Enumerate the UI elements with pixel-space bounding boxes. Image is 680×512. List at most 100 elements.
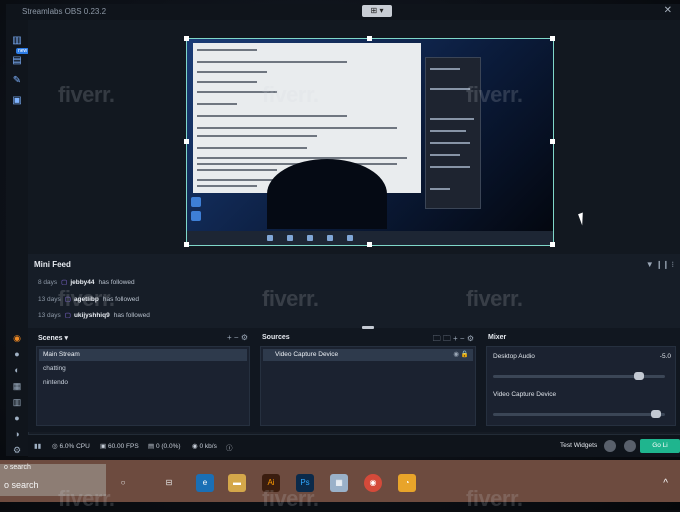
stats-icon[interactable]: ▥ — [11, 396, 23, 408]
captured-settings-window — [425, 57, 481, 209]
source-label: Video Capture Device — [275, 351, 339, 358]
photoshop-icon[interactable]: Ps — [296, 474, 314, 492]
feed-days: 13 days — [38, 312, 61, 319]
resize-handle[interactable] — [184, 36, 189, 41]
twitch-icon: ▢ — [61, 279, 68, 286]
feed-days: 13 days — [38, 296, 61, 303]
scenes-dock: Scenes ▾ + − ⚙ Main Stream chatting nint… — [32, 332, 254, 430]
mini-feed-panel: Mini Feed ▼ ❙❙ ⁝ 8 days ▢ jebby44 has follo… — [28, 254, 680, 328]
video-capture-canvas[interactable] — [186, 38, 554, 246]
resize-handle[interactable] — [184, 139, 189, 144]
dashboard-icon[interactable]: ▥ — [10, 34, 24, 48]
task-view-icon[interactable]: ⊟ — [160, 474, 178, 492]
resize-handle[interactable] — [367, 242, 372, 247]
resize-handle[interactable] — [550, 139, 555, 144]
search-circle-icon[interactable]: ○ — [114, 474, 132, 492]
layout-toggle-button[interactable]: ⊞ ▾ — [362, 5, 392, 17]
slider-knob[interactable] — [651, 410, 662, 418]
mini-feed-title: Mini Feed — [34, 260, 71, 269]
window-title: Streamlabs OBS 0.23.2 — [22, 7, 107, 16]
studio-mode-icon[interactable]: ◐ — [11, 364, 23, 376]
go-live-button[interactable]: Go Li — [640, 439, 680, 453]
feed-action: has followed — [113, 312, 150, 319]
status-bar: ▮▮ ◎ 6.0% CPU ▣ 60.00 FPS ▤ 0 (0.0%) ◉ 0… — [28, 434, 680, 457]
capture-audio-slider[interactable] — [493, 410, 665, 418]
record-button[interactable] — [604, 440, 616, 452]
chrome-icon[interactable]: ◉ — [364, 474, 382, 492]
record-icon[interactable]: ◉ — [11, 332, 23, 344]
info-icon[interactable]: ● — [11, 412, 23, 424]
resize-handle[interactable] — [367, 36, 372, 41]
scenes-controls[interactable]: + − ⚙ — [227, 333, 248, 342]
slider-knob[interactable] — [634, 372, 645, 380]
mixer-dock: Mixer Desktop Audio -5.0 Video Capture D… — [482, 332, 680, 430]
wallpaper-figure — [267, 159, 387, 229]
sources-list: Video Capture Device ◉ 🔒 — [260, 346, 476, 426]
sources-dock: Sources 🗀 🗀 + − ⚙ Video Capture Device ◉… — [256, 332, 480, 430]
editor-icon[interactable]: ✎ — [10, 74, 24, 88]
feed-days: 8 days — [38, 279, 58, 286]
sources-controls[interactable]: 🗀 🗀 + − ⚙ — [433, 333, 474, 347]
edge-icon[interactable]: e — [196, 474, 214, 492]
sources-title: Sources — [262, 334, 290, 341]
feed-item: 8 days ▢ jebby44 has followed — [38, 278, 135, 286]
streamlabs-window: Streamlabs OBS 0.23.2 ⊞ ▾ ✕ ▥ ▤ new ✎ ▣ … — [6, 4, 680, 457]
stats-bar-icon[interactable]: ▮▮ — [34, 442, 41, 450]
mixer-channel-name: Video Capture Device — [493, 391, 557, 398]
left-nav: ▥ ▤ new ✎ ▣ ◉ ● ◐ ▦ ▥ ● ◑ ⚙ — [6, 20, 30, 456]
mixer-channel-name: Desktop Audio — [493, 353, 535, 360]
scene-item[interactable]: Main Stream — [39, 349, 247, 361]
store-icon[interactable]: ▣ — [10, 94, 24, 108]
title-bar: Streamlabs OBS 0.23.2 ⊞ ▾ ✕ — [6, 4, 680, 20]
desktop-audio-slider[interactable] — [493, 372, 665, 380]
settings-gear-icon[interactable]: ⚙ — [11, 444, 23, 456]
replay-buffer-button[interactable] — [624, 440, 636, 452]
mixer-channel-db: -5.0 — [659, 353, 671, 360]
mini-feed-controls[interactable]: ▼ ❙❙ ⁝ — [646, 260, 674, 269]
scene-item[interactable]: chatting — [39, 363, 247, 375]
mixer-title: Mixer — [488, 334, 507, 341]
test-widgets-button[interactable]: Test Widgets — [560, 439, 597, 453]
docks-splitter-handle[interactable] — [362, 326, 374, 329]
taskbar-search[interactable]: o search o search — [0, 464, 106, 496]
feed-item: 13 days ▢ agetlibp has followed — [38, 295, 139, 303]
feed-action: has followed — [98, 279, 135, 286]
twitch-icon: ▢ — [64, 296, 71, 303]
resize-handle[interactable] — [550, 36, 555, 41]
feed-item: 13 days ▢ ukijyshhiq9 has followed — [38, 311, 150, 319]
illustrator-icon[interactable]: Ai — [262, 474, 280, 492]
feed-action: has followed — [102, 296, 139, 303]
info-icon[interactable]: ⓘ — [226, 442, 233, 452]
resize-handle[interactable] — [550, 242, 555, 247]
feed-user[interactable]: ukijyshhiq9 — [74, 312, 110, 319]
source-item[interactable]: Video Capture Device ◉ 🔒 — [263, 349, 473, 361]
tray-arrow-icon[interactable]: ^ — [663, 478, 668, 489]
resize-handle[interactable] — [184, 242, 189, 247]
scenes-title: Scenes ▾ — [38, 335, 68, 342]
file-explorer-icon[interactable]: ▬ — [228, 474, 246, 492]
themes-icon[interactable]: ▤ — [10, 54, 24, 68]
search-hint: o search — [4, 464, 31, 471]
source-visibility-icon[interactable]: ◉ 🔒 — [453, 349, 469, 361]
bottom-docks: Scenes ▾ + − ⚙ Main Stream chatting nint… — [28, 326, 680, 432]
profile-icon[interactable]: ◑ — [11, 428, 23, 440]
scenes-list: Main Stream chatting nintendo — [36, 346, 250, 426]
twitch-icon: ▢ — [64, 312, 71, 319]
fps-stat: ▣ 60.00 FPS — [100, 443, 139, 450]
dropped-frames-stat: ▤ 0 (0.0%) — [148, 443, 181, 450]
scene-item[interactable]: nintendo — [39, 377, 247, 389]
search-text[interactable]: o search — [4, 480, 39, 490]
close-icon[interactable]: ✕ — [664, 5, 672, 16]
streamlabs-icon[interactable]: ◔ — [398, 474, 416, 492]
desktop-icon — [191, 197, 201, 207]
desktop-icon — [191, 211, 201, 221]
cpu-stat: ◎ 6.0% CPU — [52, 443, 90, 450]
mixer-body: Desktop Audio -5.0 Video Capture Device — [486, 346, 676, 426]
files-icon[interactable]: ▦ — [330, 474, 348, 492]
help-icon[interactable]: ● — [11, 348, 23, 360]
bitrate-stat: ◉ 0 kb/s — [192, 443, 217, 450]
windows-taskbar: o search o search ○ ⊟ e ▬ Ai Ps ▦ ◉ ◔ ^ — [0, 460, 680, 502]
feed-user[interactable]: jebby44 — [70, 279, 94, 286]
feed-user[interactable]: agetlibp — [74, 296, 99, 303]
layout-icon[interactable]: ▦ — [11, 380, 23, 392]
